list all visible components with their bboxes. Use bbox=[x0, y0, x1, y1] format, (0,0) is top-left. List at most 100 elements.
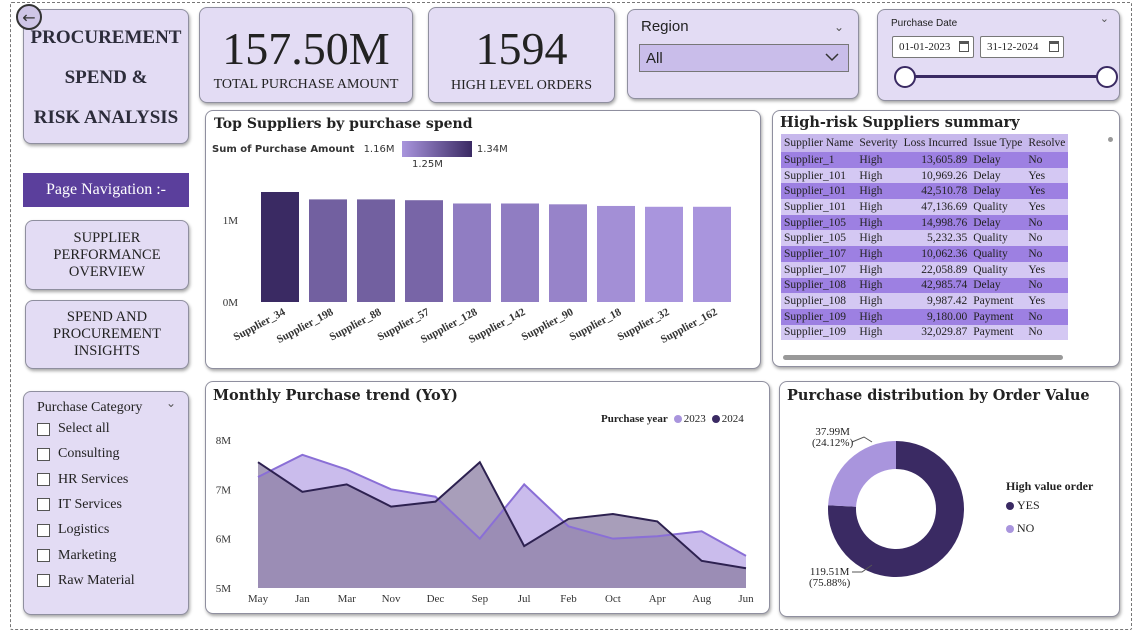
table-row[interactable]: Supplier_108 High 9,987.42 Payment Yes bbox=[781, 293, 1069, 309]
order-value-chart-card: Purchase distribution by Order Value 37.… bbox=[779, 381, 1120, 617]
column-header[interactable]: Issue Type bbox=[970, 134, 1026, 152]
y-tick-label: 1M bbox=[223, 215, 239, 227]
horizontal-scrollbar[interactable] bbox=[783, 355, 1063, 360]
title-line-1: PROCUREMENT bbox=[30, 27, 182, 48]
legend-yes-label: YES bbox=[1017, 498, 1040, 512]
kpi-high-level-orders-card: 1594 HIGH LEVEL ORDERS bbox=[428, 7, 615, 103]
vertical-scrollbar[interactable] bbox=[1108, 137, 1113, 142]
nav-spend-procurement-button[interactable]: SPEND AND PROCUREMENT INSIGHTS bbox=[25, 300, 189, 369]
table-row[interactable]: Supplier_101 High 47,136.69 Quality Yes bbox=[781, 199, 1069, 215]
category-option-2[interactable]: HR Services bbox=[37, 472, 128, 488]
table-row[interactable]: Supplier_109 High 9,180.00 Payment No bbox=[781, 308, 1069, 325]
legend-no-label: NO bbox=[1017, 521, 1035, 535]
category-option-1[interactable]: Consulting bbox=[37, 446, 119, 462]
top-suppliers-chart-card: Top Suppliers by purchase spend Sum of P… bbox=[205, 110, 761, 369]
column-header[interactable]: Resolve bbox=[1025, 134, 1069, 152]
category-option-6[interactable]: Raw Material bbox=[37, 573, 135, 589]
column-header[interactable]: Loss Incurred bbox=[900, 134, 971, 152]
bar[interactable] bbox=[405, 200, 443, 302]
table-row[interactable]: Supplier_105 High 5,232.35 Quality No bbox=[781, 230, 1069, 247]
chevron-down-icon[interactable]: ⌄ bbox=[834, 20, 844, 34]
checkbox[interactable] bbox=[37, 473, 50, 487]
table-cell: Payment bbox=[973, 310, 1014, 323]
legend-dot-yes bbox=[1006, 501, 1014, 510]
bar[interactable] bbox=[261, 192, 299, 302]
purchase-date-slicer: Purchase Date ⌄ 01-01-2023 31-12-2024 bbox=[877, 9, 1120, 101]
column-header[interactable]: Severity bbox=[856, 134, 901, 152]
x-tick-label: Sep bbox=[472, 593, 489, 605]
checkbox[interactable] bbox=[37, 549, 50, 562]
y-tick-label: 5M bbox=[216, 583, 232, 595]
checkbox[interactable] bbox=[37, 498, 50, 512]
table-cell: 42,510.78 bbox=[921, 185, 968, 198]
dashboard-title-card: ← PROCUREMENT SPEND & RISK ANALYSIS bbox=[16, 4, 189, 144]
table-cell: High bbox=[859, 200, 883, 213]
x-tick-label: May bbox=[248, 593, 269, 605]
category-option-5[interactable]: Marketing bbox=[37, 548, 116, 564]
donut-slice-no[interactable] bbox=[828, 441, 896, 507]
category-option-label: Marketing bbox=[58, 547, 117, 563]
table-cell: High bbox=[859, 263, 883, 276]
y-tick-label: 8M bbox=[216, 435, 232, 447]
table-cell: Supplier_109 bbox=[784, 326, 846, 339]
bar[interactable] bbox=[453, 203, 491, 302]
chevron-down-icon[interactable]: ⌄ bbox=[1100, 12, 1109, 25]
table-cell: Yes bbox=[1028, 295, 1046, 308]
purchase-category-label: Purchase Category bbox=[37, 400, 143, 415]
table-header-row: Supplier Name Severity Loss Incurred Issue … bbox=[781, 134, 1069, 152]
bar[interactable] bbox=[693, 206, 731, 302]
table-row[interactable]: Supplier_107 High 10,062.36 Quality No bbox=[781, 246, 1069, 262]
date-range-slider-start-handle[interactable] bbox=[894, 66, 916, 88]
table-row[interactable]: Supplier_107 High 22,058.89 Quality Yes bbox=[781, 261, 1069, 278]
category-option-4[interactable]: Logistics bbox=[37, 522, 109, 538]
checkbox[interactable] bbox=[37, 422, 50, 436]
end-date-value: 31-12-2024 bbox=[987, 41, 1039, 53]
bar[interactable] bbox=[549, 204, 587, 302]
column-header[interactable]: Supplier Name bbox=[781, 134, 857, 152]
region-dropdown[interactable]: All bbox=[639, 44, 849, 72]
bar[interactable] bbox=[597, 205, 635, 302]
checkbox[interactable] bbox=[37, 574, 50, 588]
start-date-input[interactable]: 01-01-2023 bbox=[892, 36, 974, 58]
table-cell: 10,062.36 bbox=[921, 247, 968, 260]
category-option-3[interactable]: IT Services bbox=[37, 497, 122, 513]
table-cell: Quality bbox=[973, 263, 1008, 276]
high-risk-table: Supplier Name Severity Loss Incurred Issue … bbox=[781, 134, 1069, 341]
table-row[interactable]: Supplier_101 High 42,510.78 Delay Yes bbox=[781, 183, 1069, 200]
table-cell: Supplier_108 bbox=[784, 295, 846, 308]
nav-supplier-performance-button[interactable]: SUPPLIER PERFORMANCE OVERVIEW bbox=[25, 220, 189, 290]
kpi-total-purchase-card: 157.50M TOTAL PURCHASE AMOUNT bbox=[199, 7, 413, 103]
high-risk-suppliers-card: High-risk Suppliers summary Supplier Nam… bbox=[772, 110, 1120, 367]
high-risk-table-viewport[interactable]: Supplier Name Severity Loss Incurred Issue … bbox=[781, 134, 1106, 354]
table-row[interactable]: Supplier_105 High 14,998.76 Delay No bbox=[781, 214, 1069, 231]
bar[interactable] bbox=[357, 199, 395, 302]
bar[interactable] bbox=[309, 199, 347, 302]
table-row[interactable]: Supplier_101 High 10,969.26 Delay Yes bbox=[781, 167, 1069, 184]
bar[interactable] bbox=[645, 206, 683, 302]
page-title: PROCUREMENT SPEND & RISK ANALYSIS bbox=[24, 18, 188, 138]
table-cell: Supplier_109 bbox=[784, 310, 846, 323]
x-tick-label: Dec bbox=[427, 593, 445, 605]
category-option-0[interactable]: Select all bbox=[37, 421, 110, 437]
purchase-category-slicer: Purchase Category ⌄ Select all Consulting… bbox=[23, 391, 189, 615]
date-range-slider-track[interactable] bbox=[904, 75, 1108, 78]
table-row[interactable]: Supplier_109 High 32,029.87 Payment No bbox=[781, 324, 1069, 341]
table-row[interactable]: Supplier_1 High 13,605.89 Delay No bbox=[781, 152, 1069, 168]
high-risk-title: High-risk Suppliers summary bbox=[780, 114, 1020, 131]
donut-label-no-pct: (24.12%) bbox=[812, 437, 854, 449]
category-option-label: Logistics bbox=[58, 522, 110, 538]
table-cell: 32,029.87 bbox=[921, 326, 968, 339]
table-cell: 47,136.69 bbox=[921, 200, 968, 213]
order-value-legend: High value order YES NO bbox=[1006, 479, 1093, 536]
title-line-3: RISK ANALYSIS bbox=[33, 107, 179, 128]
checkbox[interactable] bbox=[37, 447, 50, 461]
table-cell: Payment bbox=[973, 295, 1014, 308]
checkbox[interactable] bbox=[37, 523, 50, 537]
chevron-down-icon[interactable]: ⌄ bbox=[166, 396, 176, 410]
table-row[interactable]: Supplier_108 High 42,985.74 Delay No bbox=[781, 277, 1069, 294]
table-cell: Supplier_101 bbox=[784, 185, 846, 198]
table-cell: Delay bbox=[973, 153, 1001, 166]
bar[interactable] bbox=[501, 203, 539, 302]
end-date-input[interactable]: 31-12-2024 bbox=[980, 36, 1064, 58]
date-range-slider-end-handle[interactable] bbox=[1096, 66, 1118, 88]
